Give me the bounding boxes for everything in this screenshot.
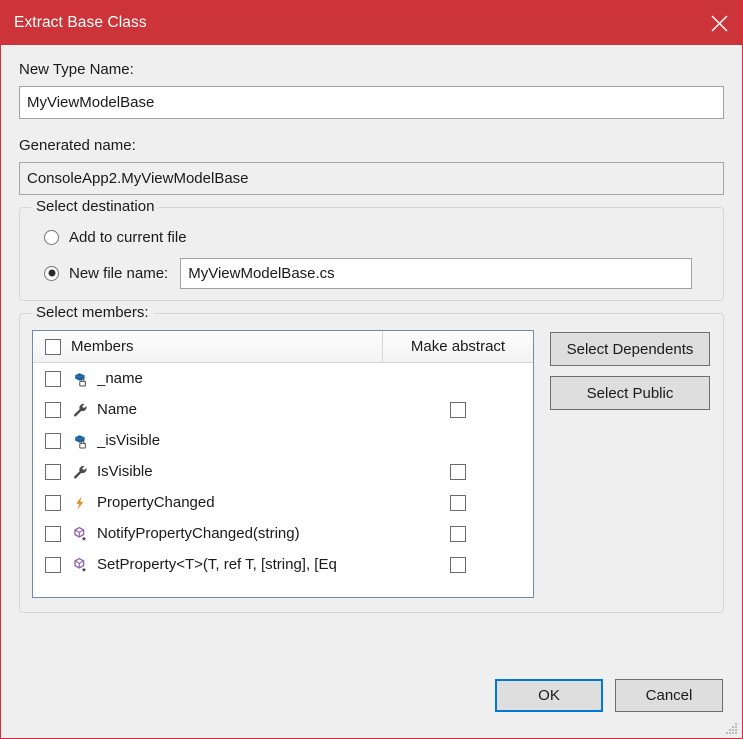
row-abstract-cell bbox=[383, 456, 533, 487]
field-private-icon bbox=[71, 432, 89, 450]
make-abstract-column-label: Make abstract bbox=[411, 338, 505, 355]
make-abstract-checkbox[interactable] bbox=[450, 464, 466, 480]
titlebar: Extract Base Class bbox=[1, 1, 742, 45]
select-dependents-button[interactable]: Select Dependents bbox=[550, 332, 710, 366]
make-abstract-checkbox[interactable] bbox=[450, 495, 466, 511]
property-icon bbox=[71, 401, 89, 419]
row-members-cell: _isVisible bbox=[33, 425, 383, 456]
method-protected-icon bbox=[71, 525, 89, 543]
member-checkbox[interactable] bbox=[45, 526, 61, 542]
members-list-header: Members Make abstract bbox=[33, 331, 533, 363]
resize-grip-icon[interactable] bbox=[724, 721, 738, 735]
members-area: Members Make abstract bbox=[32, 330, 711, 598]
member-label: _isVisible bbox=[97, 432, 160, 449]
table-row[interactable]: NotifyPropertyChanged(string) bbox=[33, 518, 533, 549]
new-type-name-label: New Type Name: bbox=[19, 61, 724, 79]
member-checkbox[interactable] bbox=[45, 402, 61, 418]
members-list: Members Make abstract bbox=[32, 330, 534, 598]
table-row[interactable]: IsVisible bbox=[33, 456, 533, 487]
member-checkbox[interactable] bbox=[45, 464, 61, 480]
row-members-cell: PropertyChanged bbox=[33, 487, 383, 518]
row-abstract-cell bbox=[383, 425, 533, 456]
new-type-name-input[interactable] bbox=[19, 86, 724, 119]
member-checkbox[interactable] bbox=[45, 433, 61, 449]
table-row[interactable]: SetProperty<T>(T, ref T, [string], [Eq bbox=[33, 549, 533, 580]
make-abstract-checkbox[interactable] bbox=[450, 402, 466, 418]
make-abstract-checkbox[interactable] bbox=[450, 557, 466, 573]
close-button[interactable] bbox=[696, 1, 742, 45]
row-abstract-cell bbox=[383, 487, 533, 518]
make-abstract-checkbox[interactable] bbox=[450, 526, 466, 542]
ok-button[interactable]: OK bbox=[495, 679, 603, 712]
table-row[interactable]: Name bbox=[33, 394, 533, 425]
close-x-icon bbox=[710, 14, 729, 33]
generated-name-value: ConsoleApp2.MyViewModelBase bbox=[19, 162, 724, 195]
member-checkbox[interactable] bbox=[45, 371, 61, 387]
member-label: SetProperty<T>(T, ref T, [string], [Eq bbox=[97, 556, 337, 573]
radio-new-file-name-indicator bbox=[44, 266, 59, 281]
member-label: Name bbox=[97, 401, 137, 418]
row-members-cell: Name bbox=[33, 394, 383, 425]
members-column-header[interactable]: Members bbox=[33, 331, 383, 362]
row-members-cell: IsVisible bbox=[33, 456, 383, 487]
make-abstract-column-header[interactable]: Make abstract bbox=[383, 331, 533, 362]
members-column-label: Members bbox=[71, 338, 134, 355]
select-destination-title: Select destination bbox=[31, 198, 159, 216]
radio-add-to-current-file-indicator bbox=[44, 230, 59, 245]
member-checkbox[interactable] bbox=[45, 495, 61, 511]
table-row[interactable]: PropertyChanged bbox=[33, 487, 533, 518]
extract-base-class-dialog: Extract Base Class New Type Name: Genera… bbox=[0, 0, 743, 739]
cancel-button[interactable]: Cancel bbox=[615, 679, 723, 712]
row-members-cell: SetProperty<T>(T, ref T, [string], [Eq bbox=[33, 549, 383, 580]
row-abstract-cell bbox=[383, 363, 533, 394]
method-protected-icon bbox=[71, 556, 89, 574]
select-destination-group: Select destination Add to current file N… bbox=[19, 207, 724, 301]
table-row[interactable]: _isVisible bbox=[33, 425, 533, 456]
row-abstract-cell bbox=[383, 394, 533, 425]
row-members-cell: NotifyPropertyChanged(string) bbox=[33, 518, 383, 549]
select-members-group: Select members: Members Make abstract bbox=[19, 313, 724, 613]
member-label: NotifyPropertyChanged(string) bbox=[97, 525, 300, 542]
radio-new-file-name-label: New file name: bbox=[69, 265, 168, 282]
dialog-footer: OK Cancel bbox=[1, 679, 742, 738]
new-file-name-input[interactable] bbox=[180, 258, 692, 289]
select-all-checkbox[interactable] bbox=[45, 339, 61, 355]
radio-new-file-name[interactable]: New file name: bbox=[32, 258, 711, 288]
row-members-cell: _name bbox=[33, 363, 383, 394]
row-abstract-cell bbox=[383, 518, 533, 549]
property-icon bbox=[71, 463, 89, 481]
radio-add-to-current-file[interactable]: Add to current file bbox=[32, 222, 711, 252]
member-side-buttons: Select Dependents Select Public bbox=[550, 330, 710, 410]
member-label: PropertyChanged bbox=[97, 494, 215, 511]
window-title: Extract Base Class bbox=[14, 14, 147, 32]
select-members-title: Select members: bbox=[31, 304, 154, 322]
generated-name-label: Generated name: bbox=[19, 137, 724, 155]
member-label: _name bbox=[97, 370, 143, 387]
field-private-icon bbox=[71, 370, 89, 388]
member-checkbox[interactable] bbox=[45, 557, 61, 573]
dialog-body: New Type Name: Generated name: ConsoleAp… bbox=[1, 45, 742, 679]
table-row[interactable]: _name bbox=[33, 363, 533, 394]
member-label: IsVisible bbox=[97, 463, 153, 480]
row-abstract-cell bbox=[383, 549, 533, 580]
radio-add-to-current-file-label: Add to current file bbox=[69, 229, 187, 246]
select-public-button[interactable]: Select Public bbox=[550, 376, 710, 410]
event-icon bbox=[71, 494, 89, 512]
